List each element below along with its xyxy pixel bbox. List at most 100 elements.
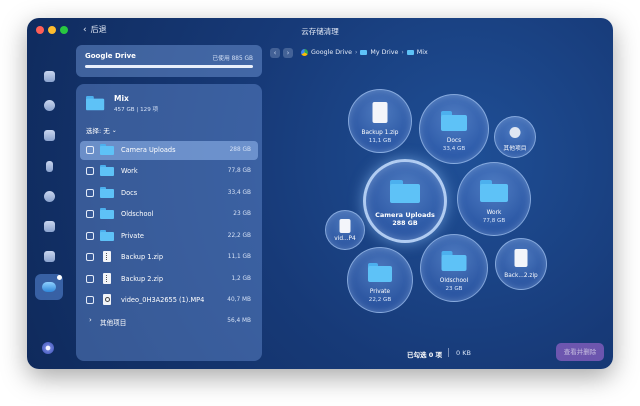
- drive-name: Google Drive: [85, 52, 136, 60]
- breadcrumb-item[interactable]: Google Drive: [311, 49, 352, 56]
- bubble-docs[interactable]: Docs 33,4 GB: [419, 94, 489, 164]
- bubble-size: 22,2 GB: [368, 297, 392, 303]
- bubble-size: 77,8 GB: [482, 218, 506, 224]
- list-row-backup-1[interactable]: Backup 1.zip 11,1 GB: [80, 248, 258, 267]
- bubble-label: 其他项目: [503, 146, 527, 152]
- row-checkbox[interactable]: [86, 275, 94, 283]
- bubble-label: Camera Uploads: [375, 211, 435, 219]
- list-row-camera-uploads[interactable]: Camera Uploads 288 GB: [80, 141, 258, 160]
- chevron-down-icon: ⌄: [111, 126, 117, 134]
- row-checkbox[interactable]: [86, 210, 94, 218]
- row-checkbox[interactable]: [86, 167, 94, 175]
- folder-icon: [480, 180, 508, 202]
- row-checkbox[interactable]: [86, 146, 94, 154]
- bubble-oldschool[interactable]: Oldschool 23 GB: [420, 234, 488, 302]
- bubble-label: Private: [369, 289, 391, 295]
- folder-icon: [441, 251, 467, 271]
- video-file-icon: [339, 219, 351, 233]
- row-size: 288 GB: [229, 147, 251, 153]
- zip-file-icon: [372, 102, 388, 123]
- row-checkbox[interactable]: [86, 232, 94, 240]
- drive-summary: Google Drive 已使用 885 GB: [76, 45, 262, 77]
- row-size: 23 GB: [233, 211, 251, 217]
- row-name: Backup 1.zip: [121, 253, 164, 261]
- list-row-oldschool[interactable]: Oldschool 23 GB: [80, 205, 258, 224]
- chevron-right-icon[interactable]: ›: [89, 316, 92, 324]
- folder-icon: [100, 208, 114, 220]
- row-name: Docs: [121, 189, 138, 197]
- list-row-work[interactable]: Work 77,8 GB: [80, 162, 258, 181]
- title-bar: ‹ 后退 云存储清理: [27, 18, 613, 46]
- lightning-icon[interactable]: [40, 157, 58, 175]
- bubble-label: Work: [486, 210, 502, 216]
- list-row-other-items[interactable]: › 其他项目 56,4 MB: [80, 312, 258, 331]
- cloud-icon[interactable]: [35, 274, 63, 300]
- row-size: 1,2 GB: [231, 276, 251, 282]
- list-row-backup-2[interactable]: Backup 2.zip 1,2 GB: [80, 270, 258, 289]
- nav-forward-icon[interactable]: ›: [283, 48, 293, 58]
- zip-file-icon: [100, 273, 114, 285]
- bubble-size: 23 GB: [445, 286, 463, 292]
- row-name: 其他项目: [100, 319, 127, 327]
- bubble-backup-1[interactable]: Backup 1.zip 11,1 GB: [348, 89, 412, 153]
- folder-icon: [100, 165, 114, 177]
- row-name: Work: [121, 167, 138, 175]
- folder-icon: [100, 187, 114, 199]
- disk-icon[interactable]: [40, 96, 58, 114]
- bubble-other-items[interactable]: 其他项目: [494, 116, 536, 158]
- file-list-panel: Mix 457 GB | 129 项 选择: 无 ⌄ Camera Upload…: [76, 84, 262, 361]
- bubble-size: 11,1 GB: [368, 138, 392, 144]
- nav-back-icon[interactable]: ‹: [270, 48, 280, 58]
- zip-file-icon: [514, 249, 528, 267]
- row-size: 33,4 GB: [227, 190, 251, 196]
- row-name: Private: [121, 232, 144, 240]
- list-row-video[interactable]: video_0H3A2655 (1).MP4 40,7 MB: [80, 291, 258, 310]
- chevron-right-icon: ›: [401, 49, 404, 56]
- hand-icon[interactable]: [40, 126, 58, 144]
- row-checkbox[interactable]: [86, 253, 94, 261]
- breadcrumb-item[interactable]: My Drive: [370, 49, 398, 56]
- zip-file-icon: [100, 251, 114, 263]
- folder-size: 457 GB: [114, 107, 135, 113]
- list-row-docs[interactable]: Docs 33,4 GB: [80, 184, 258, 203]
- folder-icon: [390, 180, 420, 203]
- desktop-icon[interactable]: [40, 67, 58, 85]
- row-size: 11,1 GB: [227, 254, 251, 260]
- chevron-right-icon: ›: [355, 49, 358, 56]
- bubble-work[interactable]: Work 77,8 GB: [457, 162, 531, 236]
- row-checkbox[interactable]: [86, 296, 94, 304]
- row-size: 56,4 MB: [227, 318, 251, 324]
- select-value: 无: [103, 127, 110, 135]
- selected-size: 0 KB: [456, 349, 471, 357]
- folder-icon: [441, 111, 467, 131]
- status-divider: [448, 348, 449, 357]
- window-title: 云存储清理: [301, 27, 339, 36]
- google-drive-icon: [301, 49, 308, 56]
- bubble-label: Back...2.zip: [504, 273, 538, 279]
- bubble-private[interactable]: Private 22,2 GB: [347, 247, 413, 313]
- bubble-video[interactable]: vid...P4: [325, 210, 365, 250]
- app-window: ‹ 后退 云存储清理 Google Drive 已使用 885 GB Mix 4…: [27, 18, 613, 369]
- other-items-icon: [509, 127, 521, 138]
- row-checkbox[interactable]: [86, 189, 94, 197]
- assistant-icon[interactable]: [42, 342, 54, 354]
- row-name: Camera Uploads: [121, 146, 176, 154]
- database-icon[interactable]: [40, 187, 58, 205]
- drive-used: 已使用 885 GB: [212, 56, 253, 62]
- breadcrumb: Google Drive › My Drive › Mix: [301, 49, 428, 56]
- folder-item-count: 129 项: [140, 107, 159, 113]
- review-and-delete-button[interactable]: 查看并删除: [556, 343, 604, 361]
- path-navigation: ‹ ›: [270, 48, 293, 58]
- current-folder-name: Mix: [114, 94, 129, 103]
- shredder-icon[interactable]: [40, 247, 58, 265]
- folder-icon: [100, 230, 114, 242]
- bubble-camera-uploads[interactable]: Camera Uploads 288 GB: [363, 159, 447, 243]
- drive-usage-bar: [85, 65, 253, 68]
- bubble-size: 33,4 GB: [442, 146, 466, 152]
- breadcrumb-item[interactable]: Mix: [417, 49, 428, 56]
- folder-icon: [100, 144, 114, 156]
- list-row-private[interactable]: Private 22,2 GB: [80, 227, 258, 246]
- applications-icon[interactable]: [40, 217, 58, 235]
- select-dropdown[interactable]: 选择: 无 ⌄: [86, 125, 117, 136]
- bubble-backup-2[interactable]: Back...2.zip: [495, 238, 547, 290]
